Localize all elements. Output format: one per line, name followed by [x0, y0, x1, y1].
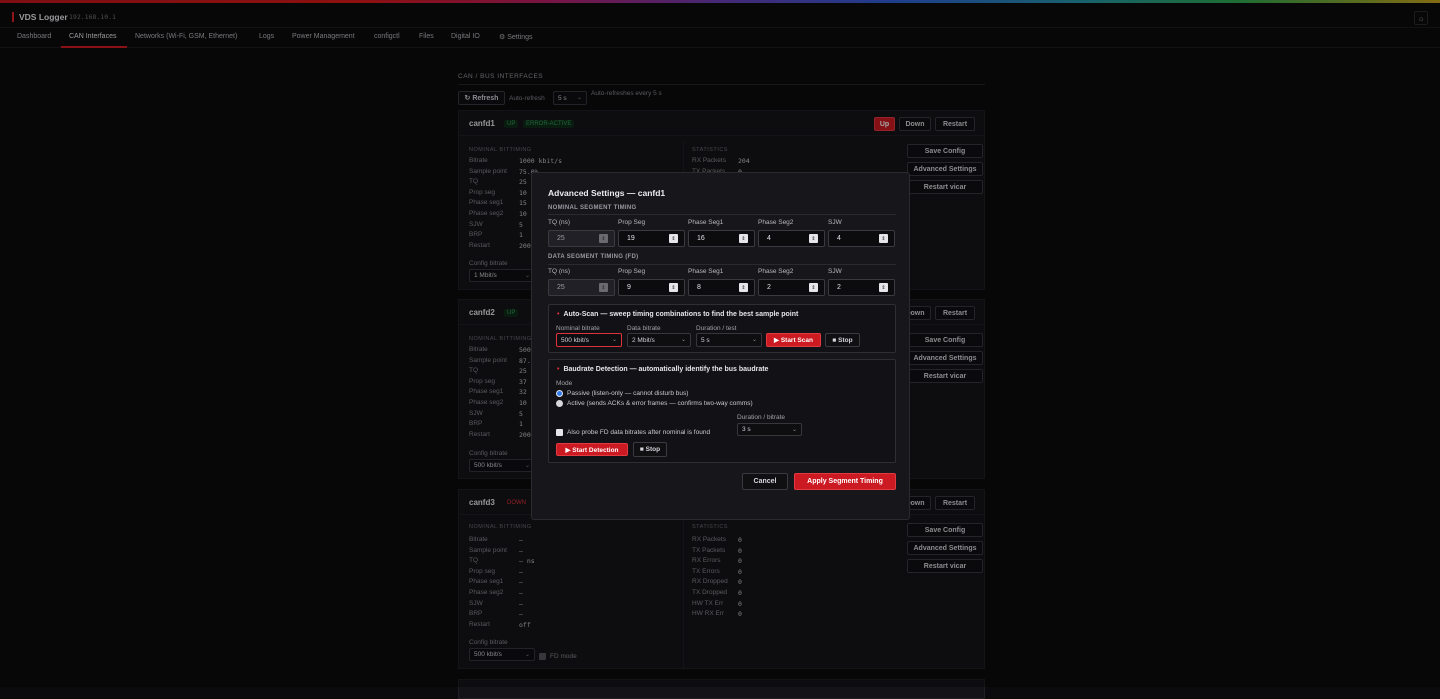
timing-field-label: TQ (ns) — [548, 268, 571, 275]
spinner-icon: ⇕ — [599, 234, 608, 243]
timing-field-label: Phase Seg1 — [688, 219, 724, 226]
stop-scan-button[interactable]: ■ Stop — [825, 333, 860, 347]
apply-segment-timing-button[interactable]: Apply Segment Timing — [794, 473, 896, 490]
timing-input[interactable]: 4 ⇕ — [828, 230, 895, 247]
duration-per-bitrate-select[interactable]: 3 s ⌄ — [737, 423, 802, 436]
nominal-bitrate-select[interactable]: 500 kbit/s ⌄ — [556, 333, 622, 347]
divider — [548, 214, 896, 215]
chevron-down-icon: ⌄ — [611, 337, 617, 343]
passive-radio[interactable] — [556, 390, 563, 397]
nominal-bitrate-label: Nominal bitrate — [556, 325, 600, 332]
timing-value: 9 — [627, 284, 631, 291]
chevron-down-icon: ⌄ — [680, 337, 686, 343]
baudrate-detection-panel: • Baudrate Detection — automatically iden… — [548, 359, 896, 463]
chevron-down-icon: ⌄ — [791, 427, 797, 433]
spinner-icon[interactable]: ⇕ — [809, 283, 818, 292]
chevron-down-icon: ⌄ — [751, 337, 757, 343]
data-timing-heading: DATA SEGMENT TIMING (FD) — [548, 254, 639, 260]
timing-value: 8 — [697, 284, 701, 291]
duration-per-bitrate-label: Duration / bitrate — [737, 414, 786, 421]
start-scan-button[interactable]: ▶ Start Scan — [766, 333, 821, 347]
timing-field-label: Prop Seg — [618, 219, 646, 226]
nominal-timing-heading: NOMINAL SEGMENT TIMING — [548, 205, 637, 211]
spinner-icon: ⇕ — [599, 283, 608, 292]
duration-per-test-value: 5 s — [701, 336, 710, 344]
probe-fd-checkbox[interactable] — [556, 429, 563, 436]
nominal-bitrate-value: 500 kbit/s — [561, 336, 589, 344]
timing-field-label: Phase Seg1 — [688, 268, 724, 275]
spinner-icon[interactable]: ⇕ — [739, 283, 748, 292]
timing-field-label: SJW — [828, 219, 842, 226]
auto-scan-title-text: Auto-Scan — sweep timing combinations to… — [563, 311, 799, 318]
timing-input[interactable]: 2 ⇕ — [758, 279, 825, 296]
probe-fd-label: Also probe FD data bitrates after nomina… — [567, 429, 711, 436]
timing-field-label: Phase Seg2 — [758, 268, 794, 275]
advanced-settings-dialog: Advanced Settings — canfd1 NOMINAL SEGME… — [531, 172, 910, 520]
data-bitrate-label: Data bitrate — [627, 325, 661, 332]
timing-field-label: Phase Seg2 — [758, 219, 794, 226]
duration-per-bitrate-value: 3 s — [742, 426, 751, 433]
timing-input[interactable]: 4 ⇕ — [758, 230, 825, 247]
duration-per-test-select[interactable]: 5 s ⌄ — [696, 333, 762, 347]
timing-input: 25 ⇕ — [548, 279, 615, 296]
timing-value: 25 — [557, 284, 565, 291]
duration-per-test-label: Duration / test — [696, 325, 737, 332]
timing-field-label: TQ (ns) — [548, 219, 571, 226]
spinner-icon[interactable]: ⇕ — [879, 283, 888, 292]
spinner-icon[interactable]: ⇕ — [669, 234, 678, 243]
timing-value: 4 — [767, 235, 771, 242]
timing-value: 19 — [627, 235, 635, 242]
timing-value: 4 — [837, 235, 841, 242]
timing-field-label: SJW — [828, 268, 842, 275]
timing-input[interactable]: 2 ⇕ — [828, 279, 895, 296]
baudrate-detection-title-text: Baudrate Detection — automatically ident… — [563, 366, 769, 373]
bullet-icon: • — [557, 366, 560, 373]
timing-input[interactable]: 19 ⇕ — [618, 230, 685, 247]
active-radio[interactable] — [556, 400, 563, 407]
timing-value: 2 — [767, 284, 771, 291]
timing-input[interactable]: 9 ⇕ — [618, 279, 685, 296]
auto-scan-panel: • Auto-Scan — sweep timing combinations t… — [548, 304, 896, 353]
timing-input: 25 ⇕ — [548, 230, 615, 247]
divider — [548, 264, 896, 265]
baudrate-detection-title: • Baudrate Detection — automatically iden… — [557, 366, 768, 373]
start-detection-button[interactable]: ▶ Start Detection — [556, 443, 628, 456]
cancel-button[interactable]: Cancel — [742, 473, 788, 490]
spinner-icon[interactable]: ⇕ — [669, 283, 678, 292]
bullet-icon: • — [557, 311, 560, 318]
active-radio-label: Active (sends ACKs & error frames — conf… — [567, 400, 753, 407]
spinner-icon[interactable]: ⇕ — [809, 234, 818, 243]
spinner-icon[interactable]: ⇕ — [739, 234, 748, 243]
timing-input[interactable]: 16 ⇕ — [688, 230, 755, 247]
stop-detection-button[interactable]: ■ Stop — [633, 442, 667, 457]
timing-value: 2 — [837, 284, 841, 291]
data-bitrate-select[interactable]: 2 Mbit/s ⌄ — [627, 333, 691, 347]
timing-value: 25 — [557, 235, 565, 242]
timing-value: 16 — [697, 235, 705, 242]
timing-field-label: Prop Seg — [618, 268, 646, 275]
passive-radio-label: Passive (listen-only — cannot disturb bu… — [567, 390, 689, 397]
auto-scan-title: • Auto-Scan — sweep timing combinations t… — [557, 311, 798, 318]
dialog-title: Advanced Settings — canfd1 — [548, 188, 666, 198]
mode-label: Mode — [556, 380, 573, 387]
timing-input[interactable]: 8 ⇕ — [688, 279, 755, 296]
spinner-icon[interactable]: ⇕ — [879, 234, 888, 243]
data-bitrate-value: 2 Mbit/s — [632, 336, 655, 344]
